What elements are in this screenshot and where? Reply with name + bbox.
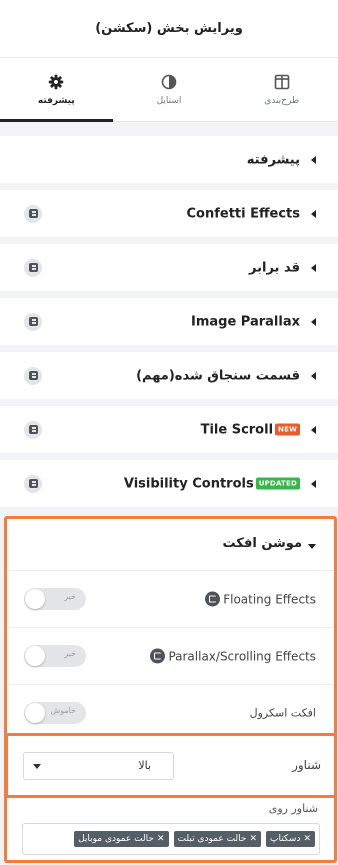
motion-effects-header[interactable]: موشن افکت <box>7 519 334 571</box>
parallax-text: Parallax/Scrolling Effects <box>168 649 316 663</box>
tab-style-label: استایل <box>156 95 182 106</box>
caret-left-icon <box>311 209 316 218</box>
section-label: قد برابر <box>249 260 300 275</box>
floating-effects-text: Floating Effects <box>223 592 316 606</box>
caret-left-icon <box>311 371 316 380</box>
floating-on-devices[interactable]: ✕ دسکتاپ ✕ حالت عمودی تبلت ✕ حالت عمودی موب… <box>22 823 320 855</box>
section-confetti-effects[interactable]: Confetti Effects <box>0 190 338 237</box>
section-label: پیشرفته <box>246 152 300 167</box>
section-label: قسمت سنجاق شده(مهم) <box>136 368 300 383</box>
remove-icon[interactable]: ✕ <box>303 834 311 844</box>
remove-icon[interactable]: ✕ <box>157 834 165 844</box>
motion-effects-panel: موشن افکت Floating Effects خیر Parallax/… <box>4 516 337 863</box>
pro-addon-icon <box>24 366 42 385</box>
scroll-effect-toggle[interactable]: خاموش <box>24 702 86 724</box>
toggle-knob <box>25 589 45 609</box>
remove-icon[interactable]: ✕ <box>249 834 257 844</box>
pro-addon-icon <box>150 648 166 664</box>
pro-addon-icon <box>24 258 42 277</box>
toggle-knob <box>25 646 45 666</box>
section-image-parallax[interactable]: Image Parallax <box>0 298 338 345</box>
section-sticky[interactable]: قسمت سنجاق شده(مهم) <box>0 352 338 399</box>
toggle-text: خیر <box>64 649 76 658</box>
contrast-icon <box>161 74 177 90</box>
caret-left-icon <box>311 155 316 164</box>
updated-badge: UPDATED <box>255 477 300 490</box>
section-equal-height[interactable]: قد برابر <box>0 244 338 291</box>
pro-addon-icon <box>24 312 42 331</box>
parallax-label: Parallax/Scrolling Effects <box>150 648 316 664</box>
section-list: پیشرفته Confetti Effects قد برابر Image … <box>0 136 338 514</box>
dropdown-arrow-icon <box>33 764 41 769</box>
section-visibility-controls[interactable]: Visibility Controls UPDATED <box>0 460 338 507</box>
tab-layout[interactable]: طرح‌بندی <box>225 58 338 121</box>
panel-tabs: طرح‌بندی استایل پیشرفته <box>0 58 338 122</box>
caret-down-icon <box>308 544 316 549</box>
section-label: Confetti Effects <box>186 206 301 221</box>
section-label: Tile Scroll <box>200 422 274 437</box>
tab-style[interactable]: استایل <box>113 58 226 121</box>
section-label: Visibility Controls <box>123 476 254 491</box>
caret-left-icon <box>311 263 316 272</box>
scroll-effect-label: افکت اسکرول <box>249 706 316 720</box>
toggle-text: خاموش <box>50 706 76 715</box>
motion-effects-title: موشن افکت <box>222 536 303 551</box>
panel-title: ویرایش بخش (سکشن) <box>95 21 243 36</box>
panel-header: ویرایش بخش (سکشن) <box>0 0 338 58</box>
pro-addon-icon <box>24 204 42 223</box>
floating-row: شناور بالا <box>7 733 334 798</box>
tab-layout-label: طرح‌بندی <box>264 95 300 106</box>
floating-select[interactable]: بالا <box>23 752 174 780</box>
new-badge: NEW <box>275 423 300 436</box>
floating-effects-label: Floating Effects <box>205 591 316 607</box>
device-chip[interactable]: ✕ حالت عمودی موبایل <box>74 831 169 847</box>
floating-on-label: شناور روی <box>268 802 318 815</box>
gear-icon <box>48 74 64 90</box>
tab-advanced[interactable]: پیشرفته <box>0 58 113 122</box>
floating-effects-toggle[interactable]: خیر <box>24 588 86 610</box>
device-chip[interactable]: ✕ دسکتاپ <box>266 831 315 847</box>
caret-left-icon <box>311 479 316 488</box>
section-advanced[interactable]: پیشرفته <box>0 136 338 183</box>
section-label: Image Parallax <box>190 314 300 329</box>
device-chip[interactable]: ✕ حالت عمودی تبلت <box>173 831 261 847</box>
floating-effects-row: Floating Effects خیر <box>7 571 334 628</box>
caret-left-icon <box>311 425 316 434</box>
parallax-row: Parallax/Scrolling Effects خیر <box>7 628 334 685</box>
tab-advanced-label: پیشرفته <box>37 95 75 106</box>
pro-addon-icon <box>205 591 221 607</box>
toggle-knob <box>25 703 45 723</box>
caret-left-icon <box>311 317 316 326</box>
floating-select-value: بالا <box>138 759 151 772</box>
pro-addon-icon <box>24 420 42 439</box>
pro-addon-icon <box>24 474 42 493</box>
layout-icon <box>274 74 290 90</box>
floating-label: شناور <box>292 758 321 772</box>
parallax-toggle[interactable]: خیر <box>24 645 86 667</box>
toggle-text: خیر <box>64 592 76 601</box>
section-tile-scroll[interactable]: Tile Scroll NEW <box>0 406 338 453</box>
